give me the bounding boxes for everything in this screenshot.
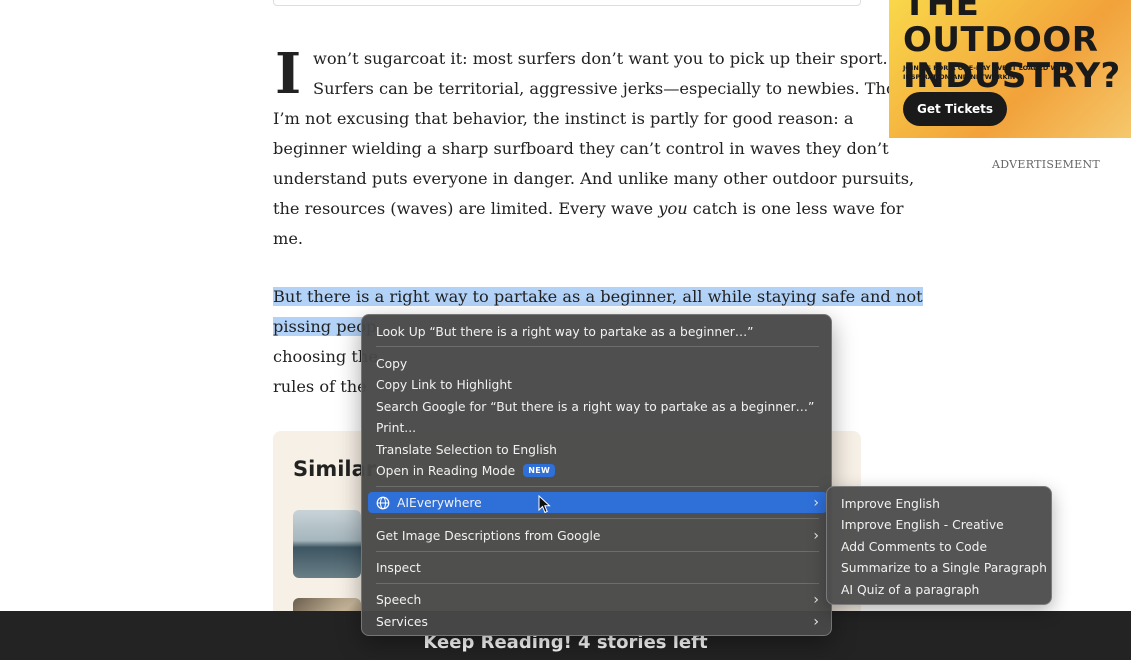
submenu-item-improve-english[interactable]: Improve English — [841, 493, 940, 514]
submenu-item-add-comments[interactable]: Add Comments to Code — [841, 536, 987, 557]
text-run: catch is one less wave for — [687, 199, 904, 218]
menu-separator — [376, 551, 819, 552]
menu-separator — [376, 486, 819, 487]
submenu-item-summarize[interactable]: Summarize to a Single Paragraph — [841, 557, 1047, 578]
advertisement-banner[interactable]: THE OUTDOOR INDUSTRY? JOIN US FOR A ONE-… — [889, 0, 1131, 138]
menu-separator — [376, 583, 819, 584]
menu-item-image-descriptions[interactable]: Get Image Descriptions from Google › — [368, 525, 827, 546]
menu-label: Copy — [376, 356, 408, 371]
selected-text[interactable]: But there is a right way to partake as a… — [273, 282, 923, 312]
menu-item-inspect[interactable]: Inspect — [368, 557, 827, 578]
get-tickets-button[interactable]: Get Tickets — [903, 92, 1007, 126]
menu-label: Look Up “But there is a right way to par… — [376, 324, 754, 339]
menu-item-services[interactable]: Services › — [368, 611, 827, 632]
highlight[interactable]: But there is a right way to partake as a… — [273, 287, 923, 306]
embed-box — [273, 0, 861, 6]
menu-item-translate[interactable]: Translate Selection to English — [368, 439, 827, 460]
ad-subtext: JOIN US FOR A ONE-DAY EVENT LOADED WITH … — [903, 64, 1070, 81]
chevron-right-icon: › — [813, 527, 819, 544]
paragraph-line: won’t sugarcoat it: most surfers don’t w… — [313, 49, 888, 68]
paragraph-line: understand puts everyone in danger. And … — [273, 169, 915, 188]
paragraph-line: me. — [273, 229, 304, 248]
new-badge: NEW — [523, 464, 556, 477]
paragraph-line: I’m not excusing that behavior, the inst… — [273, 109, 854, 128]
menu-label: Translate Selection to English — [376, 442, 557, 457]
menu-item-print[interactable]: Print... — [368, 417, 827, 438]
menu-label: Print... — [376, 420, 417, 435]
article-body: I won’t sugarcoat it: most surfers don’t… — [273, 41, 927, 396]
mouse-pointer-icon — [538, 494, 552, 515]
paragraph-line: beginner wielding a sharp surfboard they… — [273, 139, 889, 158]
menu-label: Search Google for “But there is a right … — [376, 399, 815, 414]
paragraph-1: I won’t sugarcoat it: most surfers don’t… — [273, 41, 927, 254]
ad-headline-line: THE OUTDOOR — [903, 0, 1099, 60]
menu-item-lookup[interactable]: Look Up “But there is a right way to par… — [368, 321, 827, 342]
aieverywhere-submenu: Improve English Improve English - Creati… — [826, 486, 1052, 605]
chevron-right-icon: › — [813, 494, 819, 511]
menu-separator — [376, 346, 819, 347]
menu-label: Inspect — [376, 560, 421, 575]
menu-item-speech[interactable]: Speech › — [368, 589, 827, 610]
menu-separator — [376, 518, 819, 519]
paragraph-line: the resources (waves) are limited. Every… — [273, 194, 904, 224]
menu-item-search-google[interactable]: Search Google for “But there is a right … — [368, 396, 827, 417]
chevron-right-icon: › — [813, 591, 819, 608]
menu-label: Get Image Descriptions from Google — [376, 528, 601, 543]
menu-label: Services — [376, 614, 428, 629]
menu-item-copy[interactable]: Copy — [368, 353, 827, 374]
text-run: the resources (waves) are limited. Every… — [273, 199, 659, 218]
emphasis-you: you — [658, 199, 688, 218]
menu-item-copy-link[interactable]: Copy Link to Highlight — [368, 374, 827, 395]
context-menu: Look Up “But there is a right way to par… — [361, 314, 832, 636]
menu-item-aieverywhere[interactable]: AIEverywhere › — [368, 492, 827, 513]
menu-label: Speech — [376, 592, 422, 607]
submenu-item-ai-quiz[interactable]: AI Quiz of a paragraph — [841, 579, 979, 600]
menu-label: AIEverywhere — [397, 495, 482, 510]
menu-label: Copy Link to Highlight — [376, 377, 512, 392]
menu-item-reading-mode[interactable]: Open in Reading Mode NEW — [368, 460, 827, 481]
story-thumbnail[interactable] — [293, 510, 361, 578]
drop-cap: I — [275, 41, 302, 107]
paragraph-line: Surfers can be territorial, aggressive j… — [313, 79, 927, 98]
advertisement-label: ADVERTISEMENT — [992, 158, 1101, 171]
submenu-item-improve-english-creative[interactable]: Improve English - Creative — [841, 514, 1004, 535]
globe-icon — [376, 496, 390, 510]
chevron-right-icon: › — [813, 613, 819, 630]
menu-label: Open in Reading Mode — [376, 463, 516, 478]
